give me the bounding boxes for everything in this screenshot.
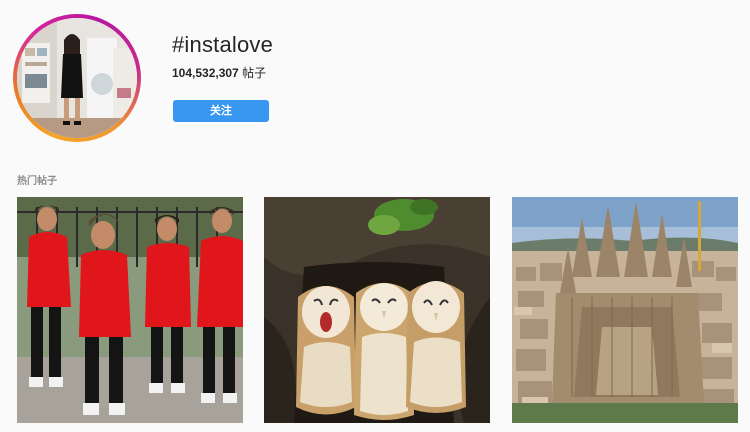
- hashtag-title: #instalove: [172, 32, 274, 57]
- post-count: 104,532,307 帖子: [172, 64, 266, 81]
- post-thumbnail[interactable]: [264, 197, 490, 423]
- post-image-men: [17, 197, 243, 423]
- post-image-cathedral: [512, 197, 738, 423]
- post-count-unit: 帖子: [242, 66, 267, 80]
- avatar-ring[interactable]: [13, 14, 141, 142]
- post-thumbnail[interactable]: [512, 197, 738, 423]
- follow-button[interactable]: 关注: [173, 100, 269, 122]
- post-thumbnail[interactable]: [17, 197, 243, 423]
- avatar[interactable]: [17, 18, 137, 138]
- top-posts-heading: 热门帖子: [17, 176, 57, 187]
- post-count-value: 104,532,307: [172, 66, 239, 80]
- post-image-owls: [264, 197, 490, 423]
- avatar-photo: [17, 18, 137, 138]
